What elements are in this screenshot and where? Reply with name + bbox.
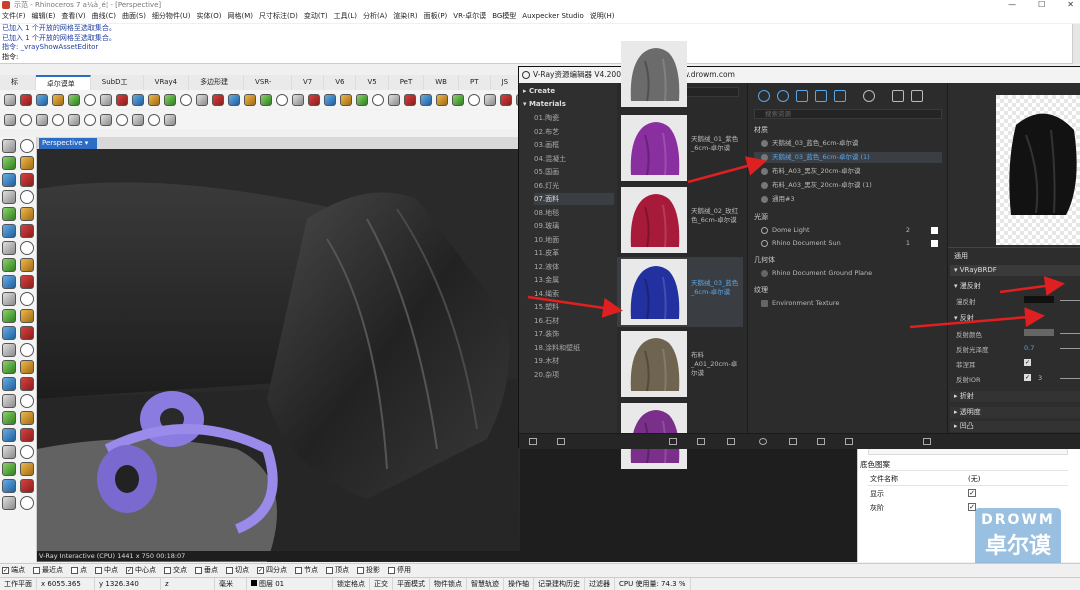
status-toggle[interactable]: 锁定格点 [333,578,370,590]
snap-checkbox[interactable] [195,566,202,574]
snap-checkbox[interactable] [164,566,171,574]
snap-checkbox[interactable] [357,566,364,574]
osnap-bar: ✓ 端点 最近点点中点 ✓ 中心点 交点 垂点 切点 ✓ 四分点 节点 顶点 投影 停用 [0,563,1080,576]
status-toggle[interactable]: 正交 [370,578,393,590]
snap-checkbox[interactable] [226,566,233,574]
status-toggle[interactable]: 智慧轨迹 [467,578,504,590]
status-bar: 工作平面 x 6055.365 y 1326.340 z 毫米 图层 01 锁定… [0,577,1080,590]
snap-option[interactable]: ✓ 四分点 [257,564,287,576]
annotation-arrows [527,156,1065,329]
snap-checkbox[interactable] [295,566,302,574]
status-plane[interactable]: 工作平面 [0,578,37,590]
status-toggle[interactable]: CPU 使用量: 74.3 % [615,578,691,590]
snap-option[interactable]: ✓ 端点 [2,564,25,576]
arrow-to-material [687,156,767,184]
snap-option[interactable]: 点 [71,564,87,576]
snap-checkbox[interactable] [95,566,102,574]
snap-checkbox[interactable]: ✓ [2,566,9,574]
status-x: x 6055.365 [37,578,95,590]
arrow-to-reflection [909,307,1045,329]
snap-option[interactable]: 切点 [226,564,249,576]
snap-option[interactable]: 中点 [95,564,118,576]
snap-checkbox[interactable] [388,566,395,574]
arrow-to-thumbnail [527,295,623,318]
status-toggle[interactable]: 记录建构历史 [534,578,585,590]
status-y: y 1326.340 [95,578,161,590]
status-unit: 毫米 [215,578,247,590]
status-toggles: 锁定格点 正交 平面模式 物件锁点 智慧轨迹 操作轴 记录建构历史 过滤器 CPU 使用量: 7… [333,578,691,590]
status-toggle[interactable]: 物件锁点 [430,578,467,590]
snap-option[interactable]: 顶点 [326,564,349,576]
snap-option[interactable]: 投影 [357,564,380,576]
snap-option[interactable]: 最近点 [33,564,63,576]
status-toggle[interactable]: 平面模式 [393,578,430,590]
layer-color-swatch [251,580,257,586]
snap-option[interactable]: 停用 [388,564,411,576]
snap-checkbox[interactable] [33,566,40,574]
snap-option[interactable]: 垂点 [195,564,218,576]
snap-option[interactable]: 节点 [295,564,318,576]
snap-option[interactable]: 交点 [164,564,187,576]
snap-checkbox[interactable]: ✓ [257,566,264,574]
snap-checkbox[interactable] [71,566,78,574]
snap-checkbox[interactable] [326,566,333,574]
status-z: z [161,578,215,590]
snap-checkbox[interactable]: ✓ [126,566,133,574]
status-layer[interactable]: 图层 01 [247,578,333,590]
arrow-to-diffuse [999,276,1065,296]
status-toggle[interactable]: 过滤器 [585,578,615,590]
snap-option[interactable]: ✓ 中心点 [126,564,156,576]
status-toggle[interactable]: 操作轴 [504,578,534,590]
